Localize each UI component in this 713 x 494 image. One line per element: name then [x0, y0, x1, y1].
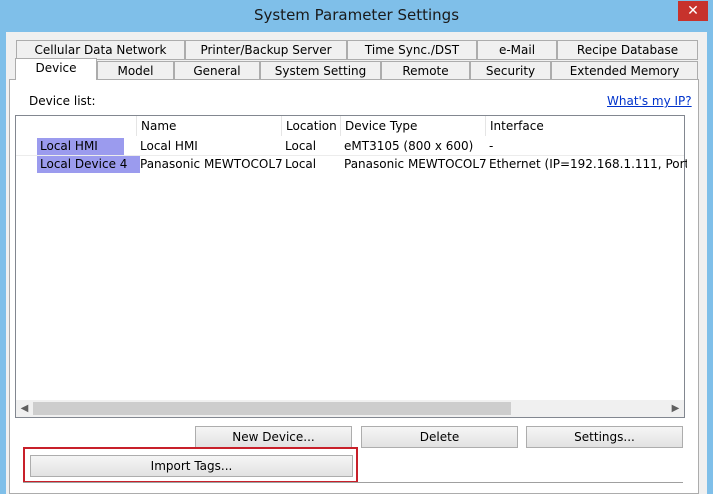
- table-row[interactable]: Local Device 4 Panasonic MEWTOCOL7 Local…: [16, 155, 687, 173]
- scroll-left-icon[interactable]: ◀: [16, 400, 33, 417]
- tab-model[interactable]: Model: [97, 61, 174, 81]
- column-header-name[interactable]: Name: [137, 116, 282, 136]
- device-list-label: Device list:: [29, 94, 96, 108]
- row-location: Local: [285, 157, 317, 171]
- column-header-location[interactable]: Location: [282, 116, 341, 136]
- row-device-type: eMT3105 (800 x 600): [344, 139, 474, 153]
- new-device-button[interactable]: New Device...: [195, 426, 352, 448]
- column-header-device-type[interactable]: Device Type: [341, 116, 486, 136]
- scrollbar-thumb[interactable]: [33, 402, 511, 415]
- whats-my-ip-link[interactable]: What's my IP?: [607, 94, 692, 108]
- tab-device[interactable]: Device: [15, 58, 97, 80]
- tab-cellular-data-network[interactable]: Cellular Data Network: [16, 40, 185, 60]
- tab-printer-backup-server[interactable]: Printer/Backup Server: [185, 40, 347, 60]
- tab-extended-memory[interactable]: Extended Memory: [551, 61, 698, 81]
- row-name: Local HMI: [140, 139, 198, 153]
- row-interface: -: [489, 139, 494, 153]
- scroll-right-icon[interactable]: ▶: [667, 400, 684, 417]
- title-bar: System Parameter Settings ✕: [0, 0, 713, 32]
- row-interface: Ethernet (IP=192.168.1.111, Port=6: [489, 157, 687, 171]
- row-device-type: Panasonic MEWTOCOL7: [344, 157, 487, 171]
- column-header-interface[interactable]: Interface: [486, 116, 684, 136]
- close-button[interactable]: ✕: [678, 1, 708, 21]
- import-tags-button[interactable]: Import Tags...: [30, 455, 353, 477]
- tab-recipe-database[interactable]: Recipe Database: [557, 40, 698, 60]
- tab-email[interactable]: e-Mail: [477, 40, 557, 60]
- tab-security[interactable]: Security: [470, 61, 551, 81]
- window-title: System Parameter Settings: [253, 6, 460, 24]
- delete-button[interactable]: Delete: [361, 426, 518, 448]
- tab-system-setting[interactable]: System Setting: [260, 61, 381, 81]
- horizontal-scrollbar[interactable]: ◀ ▶: [16, 400, 684, 417]
- bottom-separator: [23, 482, 683, 483]
- row-id: Local Device 4: [37, 156, 140, 173]
- row-name: Panasonic MEWTOCOL7: [140, 157, 283, 171]
- row-location: Local: [285, 139, 317, 153]
- tab-time-sync-dst[interactable]: Time Sync./DST: [347, 40, 477, 60]
- settings-button[interactable]: Settings...: [526, 426, 683, 448]
- device-list[interactable]: Name Location Device Type Interface Loca…: [15, 115, 687, 418]
- tab-general[interactable]: General: [174, 61, 260, 81]
- tab-remote[interactable]: Remote: [381, 61, 470, 81]
- column-header-id[interactable]: [16, 116, 137, 136]
- row-id: Local HMI: [37, 138, 124, 155]
- table-row[interactable]: Local HMI Local HMI Local eMT3105 (800 x…: [16, 138, 684, 155]
